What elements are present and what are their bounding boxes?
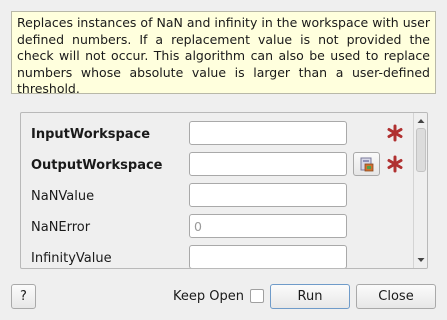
- property-row-nan-error: NaNError: [21, 214, 411, 242]
- help-button[interactable]: ?: [11, 284, 36, 309]
- nan-value-field[interactable]: [189, 183, 347, 207]
- scroll-up-icon[interactable]: [414, 114, 428, 128]
- scroll-thumb[interactable]: [416, 128, 426, 172]
- property-label: InputWorkspace: [31, 127, 151, 142]
- scroll-down-icon[interactable]: [414, 253, 428, 267]
- run-button[interactable]: Run: [270, 284, 350, 309]
- infinity-value-field[interactable]: [189, 245, 347, 268]
- property-row-input-workspace: InputWorkspace: [21, 121, 411, 149]
- keep-open-checkbox[interactable]: [250, 289, 264, 303]
- required-asterisk-icon: [387, 124, 403, 142]
- property-row-output-workspace: OutputWorkspace: [21, 152, 411, 180]
- output-workspace-field[interactable]: [189, 152, 347, 176]
- property-row-nan-value: NaNValue: [21, 183, 411, 211]
- property-scrollbar[interactable]: [413, 113, 428, 268]
- input-workspace-field[interactable]: [189, 121, 347, 145]
- property-label: OutputWorkspace: [31, 158, 163, 173]
- property-label: NaNValue: [31, 189, 95, 204]
- close-button[interactable]: Close: [356, 284, 436, 309]
- nan-error-field[interactable]: [189, 214, 347, 238]
- property-panel: InputWorkspace OutputWorkspace NaNValue …: [20, 112, 428, 269]
- property-label: InfinityValue: [31, 251, 112, 266]
- algorithm-dialog: Replaces instances of NaN and infinity i…: [0, 0, 447, 320]
- required-asterisk-icon: [387, 155, 403, 173]
- property-row-infinity-value: InfinityValue: [21, 245, 411, 268]
- algorithm-description: Replaces instances of NaN and infinity i…: [11, 11, 436, 94]
- browse-workspace-button[interactable]: [353, 152, 380, 176]
- workspace-icon: [360, 157, 374, 172]
- keep-open-label: Keep Open: [173, 289, 244, 304]
- property-label: NaNError: [31, 220, 91, 235]
